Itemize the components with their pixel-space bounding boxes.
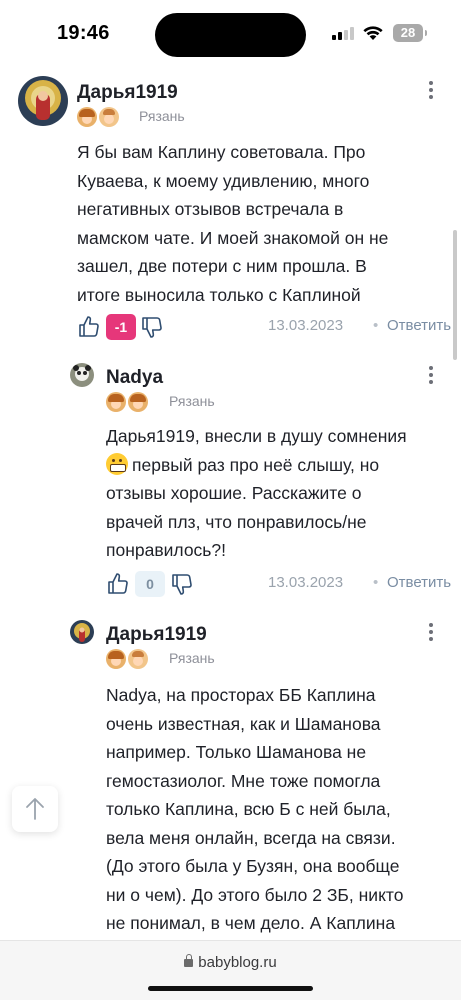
girl-badge bbox=[77, 107, 97, 127]
reply-link[interactable]: Ответить bbox=[387, 574, 451, 591]
home-indicator[interactable] bbox=[148, 986, 313, 991]
comment-date: 13.03.2023 bbox=[268, 574, 344, 591]
scrollbar[interactable] bbox=[453, 230, 457, 360]
separator: • bbox=[373, 317, 379, 334]
username[interactable]: Дарья1919 bbox=[106, 624, 207, 646]
comment: Дарья1919 Рязань Nadya, на просторах ББ … bbox=[0, 606, 461, 940]
thumbs-up-icon[interactable] bbox=[106, 572, 130, 596]
rating-badge: -1 bbox=[106, 314, 136, 340]
status-bar: 19:46 28 bbox=[0, 0, 461, 66]
username[interactable]: Nadya bbox=[106, 367, 163, 389]
lock-icon bbox=[184, 954, 194, 967]
boy-badge bbox=[99, 107, 119, 127]
badges bbox=[106, 392, 148, 412]
badges bbox=[106, 649, 148, 669]
arrow-up-icon bbox=[26, 798, 44, 820]
username[interactable]: Дарья1919 bbox=[77, 82, 178, 104]
city: Рязань bbox=[169, 650, 215, 666]
comment-text: Дарья1919, внесли в душу сомнения первый… bbox=[106, 426, 407, 560]
comment-text: Nadya, на просторах ББ Каплина очень изв… bbox=[106, 685, 404, 933]
more-options-icon[interactable] bbox=[428, 621, 434, 643]
city: Рязань bbox=[169, 393, 215, 409]
comment-actions: 0 13.03.2023 • Ответить bbox=[106, 570, 451, 598]
boy-badge bbox=[128, 649, 148, 669]
status-time: 19:46 bbox=[57, 22, 110, 44]
thumbs-down-icon[interactable] bbox=[140, 315, 164, 339]
city: Рязань bbox=[139, 108, 185, 124]
avatar[interactable] bbox=[18, 76, 68, 126]
signal-icon bbox=[332, 27, 354, 40]
comment-actions: -1 13.03.2023 • Ответить bbox=[77, 313, 451, 341]
comment-text: Я бы вам Каплину советовала. Про Куваева… bbox=[77, 142, 389, 305]
rating-badge: 0 bbox=[135, 571, 165, 597]
comment: Nadya Рязань Дарья1919, внесли в душу со… bbox=[0, 356, 461, 606]
battery-icon: 28 bbox=[393, 24, 427, 42]
browser-address-bar[interactable]: babyblog.ru bbox=[0, 940, 461, 1000]
avatar[interactable] bbox=[70, 363, 94, 387]
thumbs-down-icon[interactable] bbox=[170, 572, 194, 596]
badges bbox=[77, 107, 119, 127]
grinning-emoji-icon bbox=[106, 452, 128, 475]
wifi-icon bbox=[363, 26, 383, 40]
avatar[interactable] bbox=[70, 620, 94, 644]
separator: • bbox=[373, 574, 379, 591]
comment-date: 13.03.2023 bbox=[268, 317, 344, 334]
comment: Дарья1919 Рязань Я бы вам Каплину совето… bbox=[0, 66, 461, 356]
more-options-icon[interactable] bbox=[428, 364, 434, 386]
girl-badge bbox=[106, 649, 126, 669]
url-display[interactable]: babyblog.ru bbox=[0, 954, 461, 971]
girl-badge bbox=[106, 392, 126, 412]
dynamic-island bbox=[155, 13, 306, 57]
reply-link[interactable]: Ответить bbox=[387, 317, 451, 334]
scroll-to-top-button[interactable] bbox=[12, 786, 58, 832]
thumbs-up-icon[interactable] bbox=[77, 315, 101, 339]
more-options-icon[interactable] bbox=[428, 79, 434, 101]
url-text: babyblog.ru bbox=[198, 954, 277, 971]
girl-badge bbox=[128, 392, 148, 412]
